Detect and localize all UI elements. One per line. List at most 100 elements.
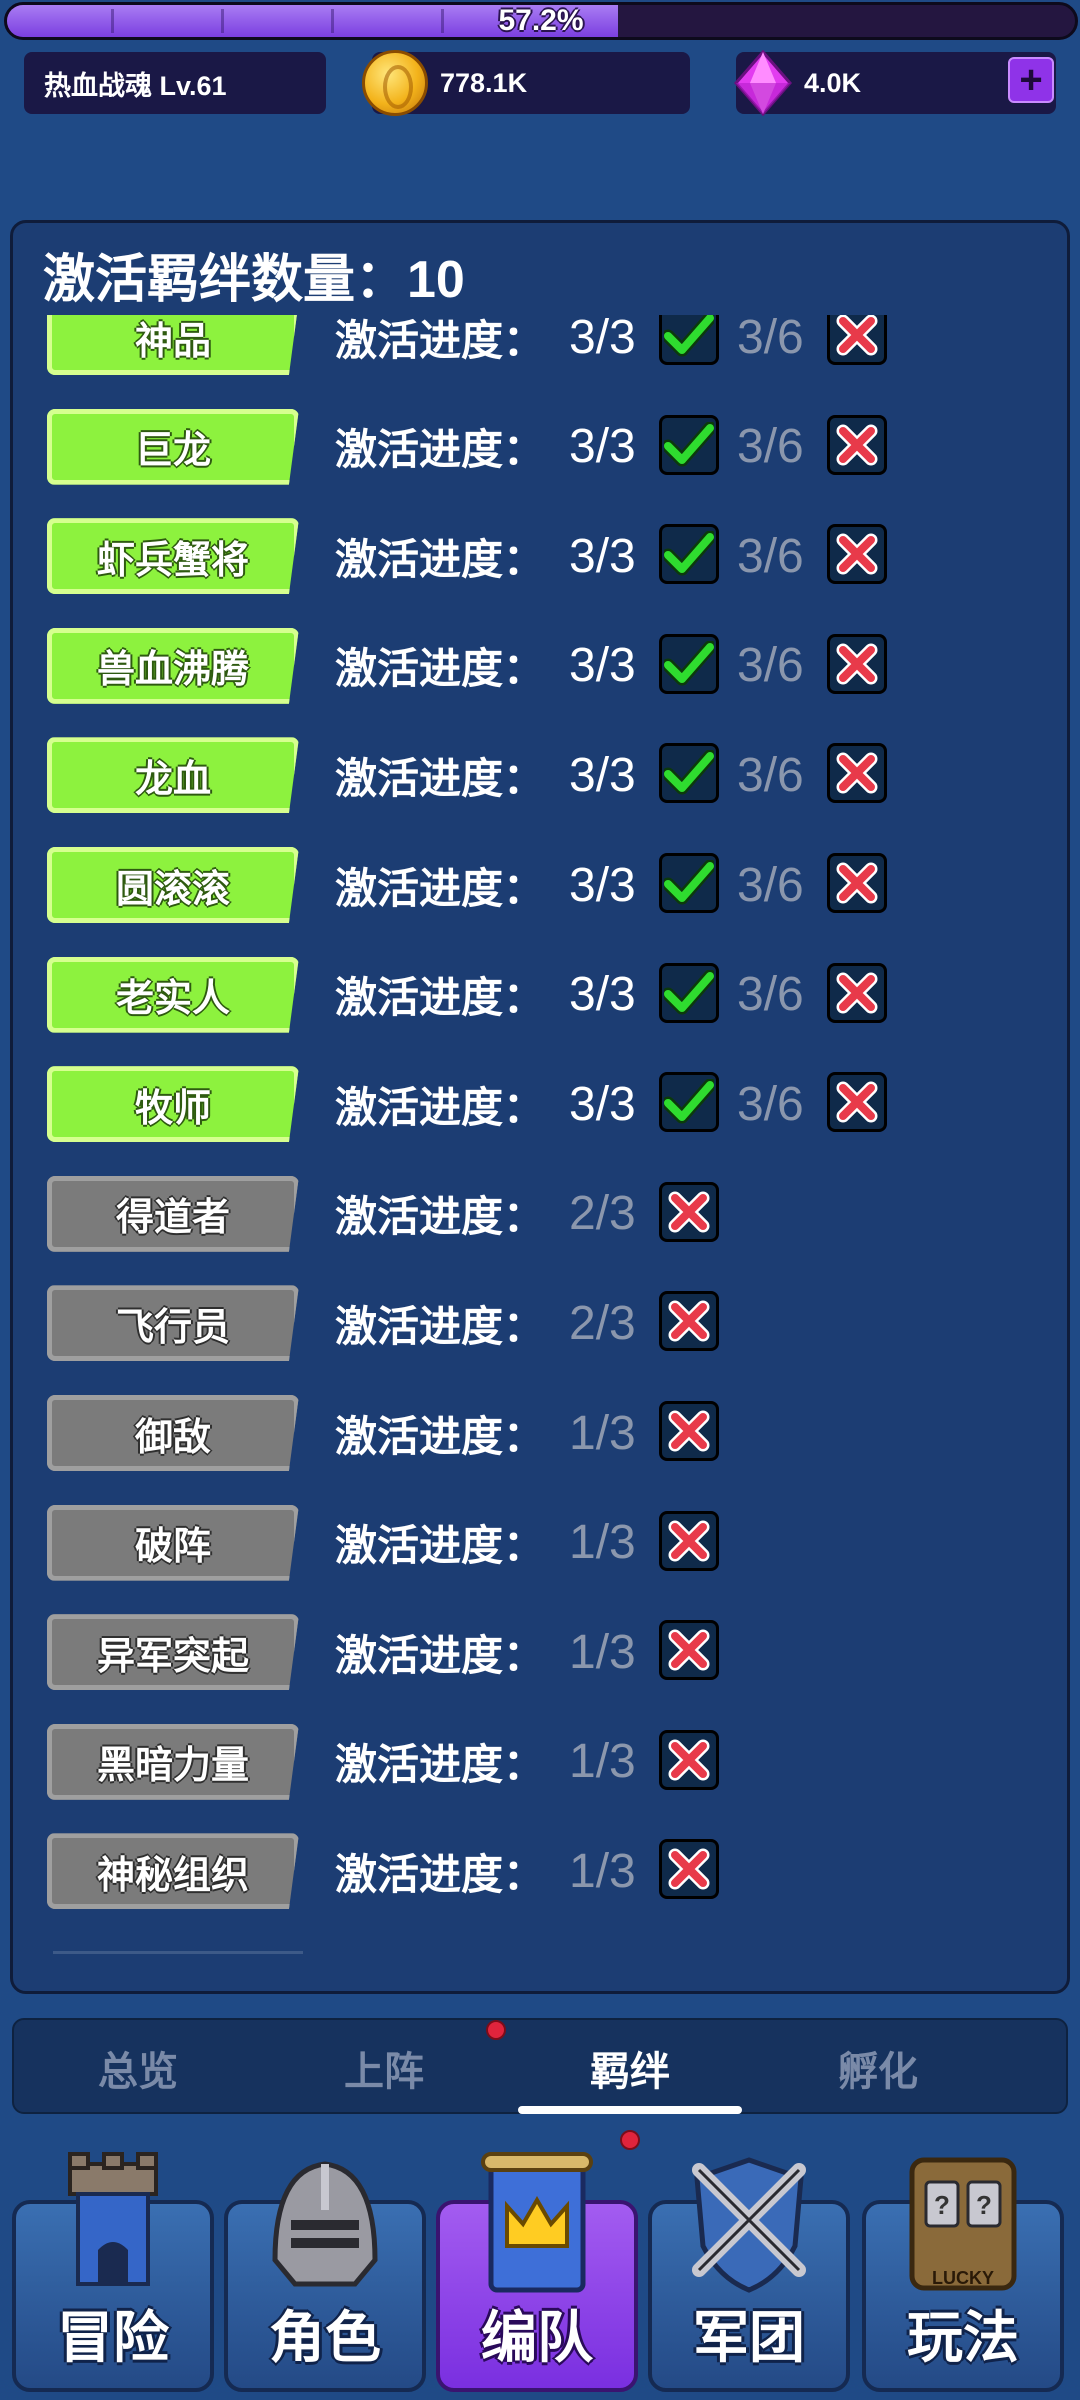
activation-progress-label: 激活进度： <box>335 1850 546 1898</box>
bond-row[interactable]: 圆滚滚 激活进度： 3/3 3/6 <box>13 847 1067 927</box>
bond-row[interactable]: 异军突起 激活进度： 1/3 <box>13 1614 1067 1694</box>
gold-coin-icon <box>362 50 428 116</box>
bond-panel: 激活羁绊数量：10 神品 激活进度： 3/3 3/6 巨龙 激活进度： 3/3 3/6 虾兵蟹将… <box>10 220 1070 1994</box>
bond-name-tag[interactable]: 虾兵蟹将 <box>47 518 299 595</box>
cross-icon <box>659 1291 719 1352</box>
bond-row[interactable]: 兽血沸腾 激活进度： 3/3 3/6 <box>13 627 1067 708</box>
svg-text:?: ? <box>976 2190 992 2220</box>
activation-progress-label: 激活进度： <box>335 426 546 474</box>
bond-name-tag[interactable]: 神品 <box>47 315 299 375</box>
progress-value: 3/3 <box>569 968 636 1022</box>
bond-name-tag[interactable]: 神秘组织 <box>47 1833 299 1910</box>
cross-icon <box>827 1072 887 1133</box>
check-icon <box>659 524 719 585</box>
next-tier-progress-value: 3/6 <box>737 639 804 693</box>
tab-deploy[interactable]: 上阵 <box>274 2020 494 2116</box>
bond-row[interactable]: 得道者 激活进度： 2/3 <box>13 1175 1067 1256</box>
check-icon <box>659 414 719 475</box>
bond-list[interactable]: 神品 激活进度： 3/3 3/6 巨龙 激活进度： 3/3 3/6 虾兵蟹将 激活进度： 3/3 3/… <box>13 315 1067 1975</box>
nav-label: 军团 <box>693 2306 805 2369</box>
check-icon <box>659 853 719 913</box>
bond-row[interactable]: 老实人 激活进度： 3/3 3/6 <box>13 956 1067 1037</box>
progress-value: 1/3 <box>569 1516 636 1570</box>
bond-name-tag[interactable]: 圆滚滚 <box>47 847 299 923</box>
coin-amount: 778.1K <box>440 67 528 98</box>
nav-label: 玩法 <box>907 2306 1019 2369</box>
progress-value: 3/3 <box>569 639 636 693</box>
bond-row[interactable]: 破阵 激活进度： 1/3 <box>13 1504 1067 1585</box>
activation-progress-label: 激活进度： <box>335 1302 546 1350</box>
cross-icon <box>827 962 887 1023</box>
svg-text:?: ? <box>934 2190 950 2220</box>
bond-name-tag[interactable]: 得道者 <box>47 1175 299 1252</box>
cross-icon <box>659 1839 719 1900</box>
list-divider <box>53 1951 303 1954</box>
progress-value: 2/3 <box>569 1296 636 1350</box>
activation-progress-label: 激活进度： <box>335 1412 546 1460</box>
bond-name-tag[interactable]: 巨龙 <box>47 408 299 485</box>
activation-progress-label: 激活进度： <box>335 1631 546 1679</box>
add-gems-button[interactable]: + <box>1008 57 1054 103</box>
nav-character-button[interactable]: 角色 <box>224 2161 426 2392</box>
progress-value: 2/3 <box>569 1187 636 1241</box>
xp-progress-bar: 57.2% <box>4 2 1078 40</box>
nav-adventure-button[interactable]: 冒险 <box>12 2152 214 2392</box>
helmet-icon <box>255 2150 395 2305</box>
progress-value: 3/3 <box>569 420 636 474</box>
player-name-level[interactable]: 热血战魂 Lv.61 <box>24 52 326 114</box>
cross-icon <box>659 1620 719 1681</box>
cross-icon <box>827 853 887 913</box>
nav-gameplay-button[interactable]: ?? LUCKY 玩法 <box>862 2157 1064 2392</box>
cross-icon <box>827 524 887 585</box>
bond-row[interactable]: 黑暗力量 激活进度： 1/3 <box>13 1723 1067 1804</box>
bond-name-tag[interactable]: 飞行员 <box>47 1285 299 1362</box>
bond-row[interactable]: 虾兵蟹将 激活进度： 3/3 3/6 <box>13 518 1067 598</box>
bond-row[interactable]: 神品 激活进度： 3/3 3/6 <box>13 315 1067 379</box>
progress-value: 1/3 <box>569 1625 636 1679</box>
bond-row[interactable]: 牧师 激活进度： 3/3 3/6 <box>13 1066 1067 1146</box>
bond-row[interactable]: 巨龙 激活进度： 3/3 3/6 <box>13 408 1067 489</box>
check-icon <box>659 743 719 804</box>
check-icon <box>659 1072 719 1133</box>
bond-row[interactable]: 飞行员 激活进度： 2/3 <box>13 1285 1067 1365</box>
bond-name-tag[interactable]: 御敌 <box>47 1395 299 1471</box>
bond-name-tag[interactable]: 牧师 <box>47 1066 299 1143</box>
activation-progress-label: 激活进度： <box>335 1741 546 1789</box>
activation-progress-label: 激活进度： <box>335 1083 546 1131</box>
cross-icon <box>827 743 887 804</box>
nav-formation-button[interactable]: 编队 <box>436 2152 638 2392</box>
nav-legion-button[interactable]: 军团 <box>648 2157 850 2392</box>
next-tier-progress-value: 3/6 <box>737 529 804 583</box>
cross-icon <box>827 315 887 365</box>
nav-label: 冒险 <box>57 2306 169 2369</box>
next-tier-progress-value: 3/6 <box>737 420 804 474</box>
bond-name-tag[interactable]: 兽血沸腾 <box>47 627 299 704</box>
activation-progress-label: 激活进度： <box>335 316 546 364</box>
bond-row[interactable]: 龙血 激活进度： 3/3 3/6 <box>13 737 1067 817</box>
bond-name-tag[interactable]: 龙血 <box>47 737 299 814</box>
xp-percent-text: 57.2% <box>498 4 584 37</box>
check-icon <box>659 315 719 365</box>
cross-icon <box>659 1401 719 1461</box>
nav-label: 编队 <box>481 2306 593 2369</box>
tab-bonds[interactable]: 羁绊 <box>520 2020 740 2116</box>
next-tier-progress-value: 3/6 <box>737 858 804 912</box>
crossed-swords-shield-icon <box>679 2150 819 2305</box>
bond-name-tag[interactable]: 黑暗力量 <box>47 1723 299 1800</box>
check-icon <box>659 962 719 1023</box>
bond-row[interactable]: 神秘组织 激活进度： 1/3 <box>13 1833 1067 1913</box>
progress-value: 1/3 <box>569 1735 636 1789</box>
activation-progress-label: 激活进度： <box>335 974 546 1022</box>
bond-row[interactable]: 御敌 激活进度： 1/3 <box>13 1395 1067 1475</box>
activation-progress-label: 激活进度： <box>335 1193 546 1241</box>
active-bond-count-title: 激活羁绊数量：10 <box>43 251 465 309</box>
cross-icon <box>827 633 887 694</box>
bond-name-tag[interactable]: 异军突起 <box>47 1614 299 1691</box>
tab-overview[interactable]: 总览 <box>28 2020 248 2116</box>
notification-dot <box>620 2130 640 2150</box>
bond-name-tag[interactable]: 破阵 <box>47 1504 299 1581</box>
tab-hatch[interactable]: 孵化 <box>768 2020 988 2116</box>
bond-name-tag[interactable]: 老实人 <box>47 956 299 1033</box>
next-tier-progress-value: 3/6 <box>737 748 804 802</box>
progress-value: 1/3 <box>569 1844 636 1898</box>
